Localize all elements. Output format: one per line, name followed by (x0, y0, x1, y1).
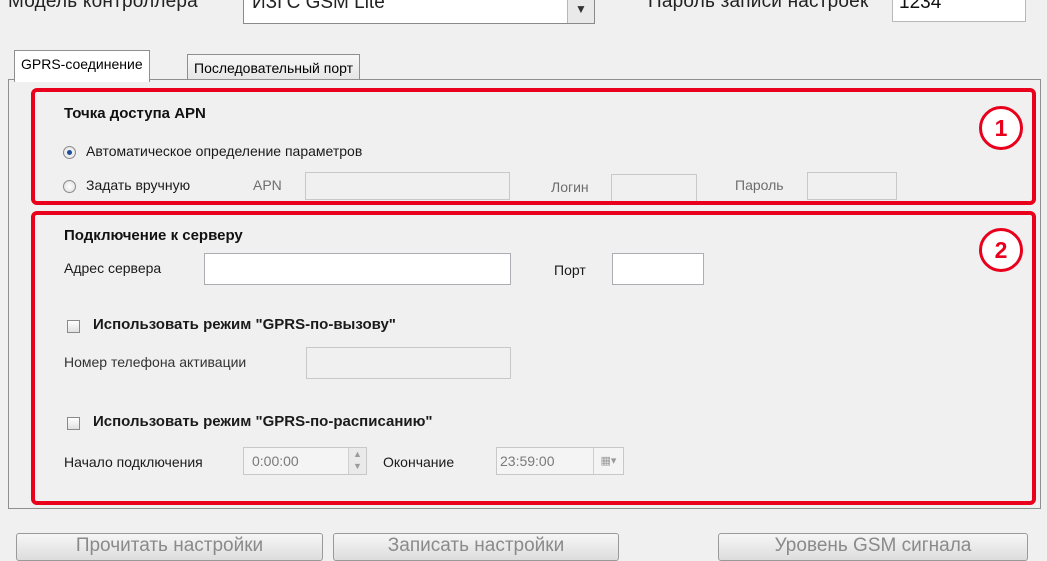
annotation-marker-2: 2 (979, 228, 1023, 272)
settings-password-label: Пароль записи настроек (648, 0, 869, 12)
tab-serial-port[interactable]: Последовательный порт (187, 54, 361, 82)
annotation-box-2 (31, 211, 1036, 505)
settings-password-input[interactable]: 1234 (892, 0, 1026, 22)
settings-password-value: 1234 (899, 0, 942, 13)
controller-model-value: ИЗГС GSM Lite (252, 0, 385, 13)
chevron-down-icon[interactable]: ▼ (567, 0, 594, 23)
controller-model-label: Модель контроллера (8, 0, 198, 12)
annotation-marker-1: 1 (979, 106, 1023, 150)
controller-model-select[interactable]: ИЗГС GSM Lite ▼ (243, 0, 595, 24)
tab-gprs-connection[interactable]: GPRS-соединение (14, 50, 150, 82)
write-settings-button[interactable]: Записать настройки (333, 533, 619, 561)
gsm-signal-button[interactable]: Уровень GSM сигнала (718, 533, 1028, 561)
annotation-box-1 (31, 88, 1036, 205)
read-settings-button[interactable]: Прочитать настройки (16, 533, 323, 561)
